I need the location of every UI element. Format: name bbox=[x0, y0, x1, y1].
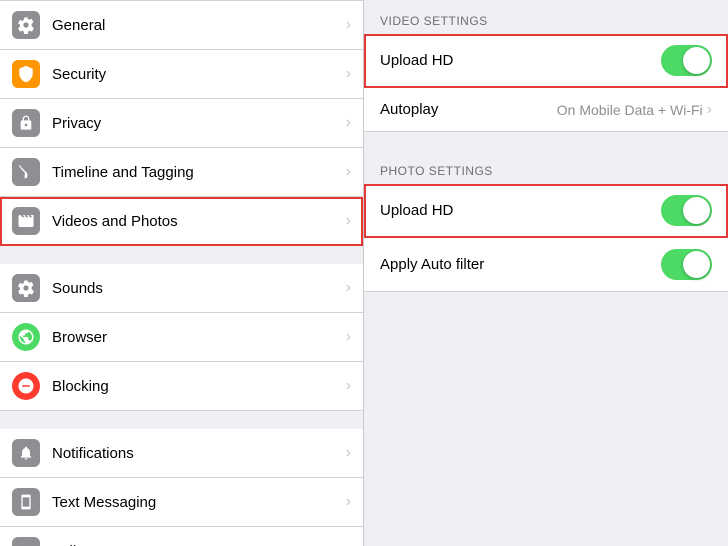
privacy-icon bbox=[12, 109, 40, 137]
settings-row-photo-upload-hd-label: Upload HD bbox=[380, 202, 661, 219]
menu-item-browser-chevron: › bbox=[346, 328, 351, 346]
textmessaging-icon bbox=[12, 488, 40, 516]
menu-item-general-label: General bbox=[52, 17, 342, 34]
timeline-icon bbox=[12, 158, 40, 186]
settings-row-video-autoplay-chevron: › bbox=[707, 101, 712, 119]
menu-item-followers[interactable]: Followers › bbox=[0, 527, 363, 546]
menu-item-textmessaging-label: Text Messaging bbox=[52, 494, 342, 511]
browser-icon bbox=[12, 323, 40, 351]
settings-row-video-autoplay-value: On Mobile Data + Wi-Fi bbox=[557, 102, 703, 118]
settings-row-video-upload-hd: Upload HD bbox=[364, 34, 728, 88]
settings-row-photo-upload-hd: Upload HD bbox=[364, 184, 728, 238]
menu-item-general[interactable]: General› bbox=[0, 0, 363, 50]
notifications-icon bbox=[12, 439, 40, 467]
menu-item-security[interactable]: Security› bbox=[0, 50, 363, 99]
menu-item-blocking-chevron: › bbox=[346, 377, 351, 395]
toggle-photo-auto-filter[interactable] bbox=[661, 249, 712, 280]
menu-item-videos[interactable]: Videos and Photos› bbox=[0, 197, 363, 246]
menu-item-sounds-label: Sounds bbox=[52, 280, 342, 297]
menu-item-privacy-label: Privacy bbox=[52, 115, 342, 132]
menu-item-privacy-chevron: › bbox=[346, 114, 351, 132]
menu-item-blocking-label: Blocking bbox=[52, 378, 342, 395]
blocking-icon bbox=[12, 372, 40, 400]
toggle-photo-upload-hd[interactable] bbox=[661, 195, 712, 226]
menu-item-timeline-label: Timeline and Tagging bbox=[52, 164, 342, 181]
settings-row-photo-auto-filter-label: Apply Auto filter bbox=[380, 256, 661, 273]
menu-item-notifications-chevron: › bbox=[346, 444, 351, 462]
menu-item-blocking[interactable]: Blocking› bbox=[0, 362, 363, 411]
menu-item-security-chevron: › bbox=[346, 65, 351, 83]
followers-icon bbox=[12, 537, 40, 546]
menu-item-sounds-chevron: › bbox=[346, 279, 351, 297]
security-icon bbox=[12, 60, 40, 88]
right-settings-panel: VIDEO SETTINGS Upload HD AutoplayOn Mobile… bbox=[364, 0, 728, 546]
menu-item-general-chevron: › bbox=[346, 16, 351, 34]
menu-item-videos-chevron: › bbox=[346, 212, 351, 230]
menu-item-textmessaging-chevron: › bbox=[346, 493, 351, 511]
menu-item-sounds[interactable]: Sounds› bbox=[0, 264, 363, 313]
settings-row-video-upload-hd-label: Upload HD bbox=[380, 52, 661, 69]
menu-item-textmessaging[interactable]: Text Messaging› bbox=[0, 478, 363, 527]
left-menu-panel: General›Security›Privacy›Timeline and Ta… bbox=[0, 0, 363, 546]
section-title-0: VIDEO SETTINGS bbox=[364, 0, 728, 34]
general-icon bbox=[12, 11, 40, 39]
section-gap bbox=[0, 411, 363, 429]
menu-item-notifications-label: Notifications bbox=[52, 445, 342, 462]
menu-item-timeline[interactable]: Timeline and Tagging› bbox=[0, 148, 363, 197]
menu-item-timeline-chevron: › bbox=[346, 163, 351, 181]
menu-item-followers-chevron: › bbox=[346, 542, 351, 546]
menu-item-notifications[interactable]: Notifications› bbox=[0, 429, 363, 478]
section-separator bbox=[364, 132, 728, 150]
sounds-icon bbox=[12, 274, 40, 302]
menu-item-browser[interactable]: Browser› bbox=[0, 313, 363, 362]
menu-item-videos-label: Videos and Photos bbox=[52, 213, 342, 230]
menu-item-security-label: Security bbox=[52, 66, 342, 83]
videos-icon bbox=[12, 207, 40, 235]
section-gap bbox=[0, 246, 363, 264]
menu-item-privacy[interactable]: Privacy› bbox=[0, 99, 363, 148]
menu-item-followers-label: Followers bbox=[52, 543, 342, 546]
section-title-1: PHOTO SETTINGS bbox=[364, 150, 728, 184]
settings-row-video-autoplay: AutoplayOn Mobile Data + Wi-Fi› bbox=[364, 88, 728, 132]
settings-row-photo-auto-filter: Apply Auto filter bbox=[364, 238, 728, 292]
settings-row-video-autoplay-label: Autoplay bbox=[380, 101, 557, 118]
toggle-video-upload-hd[interactable] bbox=[661, 45, 712, 76]
menu-item-browser-label: Browser bbox=[52, 329, 342, 346]
